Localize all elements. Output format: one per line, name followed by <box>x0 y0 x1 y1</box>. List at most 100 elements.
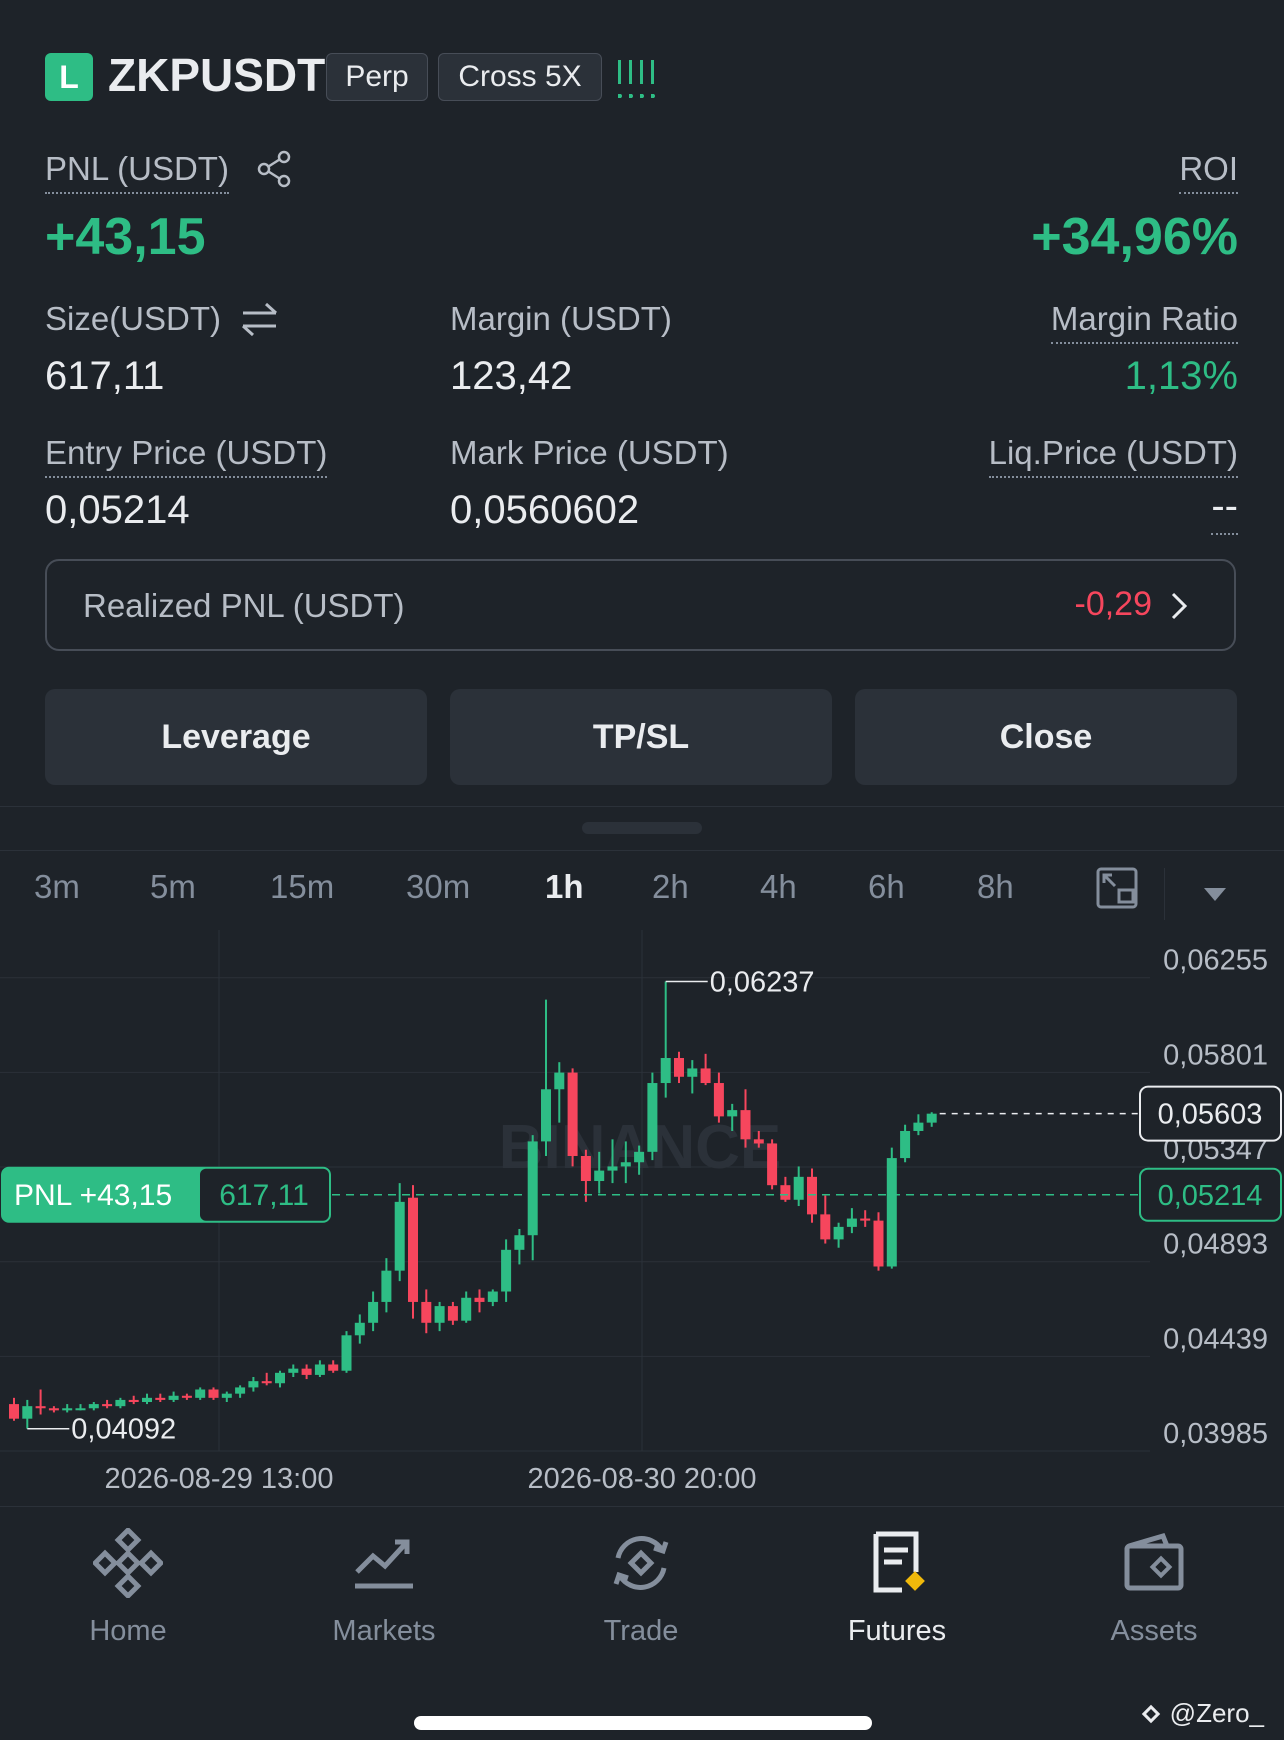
tf-1h[interactable]: 1h <box>545 868 584 906</box>
tf-3m[interactable]: 3m <box>34 868 80 906</box>
expand-chart-icon[interactable] <box>1096 867 1138 909</box>
candle-body <box>727 1110 738 1117</box>
mark-price-tag: 0,05603 <box>1158 1099 1263 1131</box>
candle-body <box>62 1408 73 1411</box>
candle-body <box>261 1381 272 1384</box>
leverage-button[interactable]: Leverage <box>45 689 427 785</box>
margin-value: 123,42 <box>450 354 573 398</box>
candle-body <box>647 1083 658 1152</box>
nav-trade[interactable]: Trade <box>551 1528 731 1648</box>
pnl-tag-size: 617,11 <box>219 1179 309 1212</box>
mark-price-label: Mark Price (USDT) <box>450 434 729 471</box>
candle-body <box>102 1404 113 1407</box>
pnl-value: +43,15 <box>45 208 206 266</box>
candle-body <box>713 1083 724 1117</box>
candle-body <box>328 1364 339 1371</box>
symbol-title[interactable]: ZKPUSDT <box>108 48 325 102</box>
tf-30m[interactable]: 30m <box>406 868 470 906</box>
candle-body <box>767 1143 778 1186</box>
candle-body <box>753 1139 764 1144</box>
candle-body <box>142 1397 152 1403</box>
y-tick-label: 0,04439 <box>1163 1323 1268 1355</box>
margin-ratio-label[interactable]: Margin Ratio <box>1050 300 1238 344</box>
candle-body <box>155 1397 166 1400</box>
candle-body <box>514 1235 525 1250</box>
x-tick-label: 2026-08-29 13:00 <box>105 1463 334 1495</box>
tf-4h[interactable]: 4h <box>760 868 797 906</box>
candle-body <box>288 1368 299 1373</box>
nav-home[interactable]: Home <box>38 1526 218 1648</box>
home-icon <box>91 1526 165 1600</box>
tf-2h[interactable]: 2h <box>652 868 689 906</box>
perp-tag: Perp <box>326 53 428 101</box>
realized-pnl-value: -0,29 <box>1074 585 1153 623</box>
candlestick-chart[interactable]: 0,062550,058010,053470,048930,044390,039… <box>0 930 1284 1510</box>
candle-body <box>926 1113 937 1123</box>
y-tick-label: 0,04893 <box>1163 1229 1268 1261</box>
candle-body <box>248 1381 259 1388</box>
liq-price-label[interactable]: Liq.Price (USDT) <box>988 434 1238 478</box>
candle-body <box>48 1408 59 1411</box>
nav-assets-label: Assets <box>1110 1615 1198 1647</box>
y-tick-label: 0,05801 <box>1163 1039 1268 1071</box>
long-side-badge: L <box>45 53 93 101</box>
creator-watermark-text: @Zero_ <box>1169 1698 1264 1728</box>
candle-body <box>913 1122 924 1131</box>
candle-body <box>434 1306 445 1323</box>
entry-price-label[interactable]: Entry Price (USDT) <box>45 434 328 478</box>
realized-pnl-row[interactable]: Realized PNL (USDT) -0,29 <box>45 559 1236 651</box>
adl-indicator-icon[interactable] <box>618 60 654 98</box>
candle-body <box>541 1089 551 1142</box>
candle-body <box>447 1306 458 1321</box>
timeframe-divider <box>0 850 1284 851</box>
tf-6h[interactable]: 6h <box>868 868 905 906</box>
pnl-label[interactable]: PNL (USDT) <box>45 150 229 194</box>
candle-body <box>886 1158 897 1267</box>
candle-body <box>860 1218 871 1221</box>
candle-body <box>235 1387 246 1394</box>
nav-futures[interactable]: Futures <box>807 1528 987 1648</box>
candle-body <box>554 1072 565 1090</box>
candle-body <box>275 1372 285 1384</box>
roi-label[interactable]: ROI <box>1179 150 1238 194</box>
close-position-button[interactable]: Close <box>855 689 1237 785</box>
candle-body <box>421 1301 432 1323</box>
mark-price-value: 0,0560602 <box>450 488 640 532</box>
candle-body <box>740 1110 751 1140</box>
candle-body <box>594 1170 605 1182</box>
tf-8h[interactable]: 8h <box>977 868 1014 906</box>
candle-body <box>75 1408 86 1411</box>
candle-body <box>394 1201 405 1271</box>
nav-markets[interactable]: Markets <box>294 1528 474 1648</box>
nav-trade-label: Trade <box>603 1615 679 1647</box>
candle-body <box>22 1406 33 1419</box>
entry-price-value: 0,05214 <box>45 488 190 532</box>
cross-margin-tag[interactable]: Cross 5X <box>438 53 602 101</box>
nav-assets[interactable]: Assets <box>1064 1528 1244 1648</box>
candle-body <box>115 1399 126 1407</box>
candle-body <box>900 1130 911 1159</box>
y-tick-label: 0,03985 <box>1163 1418 1268 1450</box>
candle-body <box>301 1368 312 1375</box>
candle-body <box>88 1404 99 1409</box>
more-timeframes-icon[interactable] <box>1204 888 1226 902</box>
chart-overlay: 0,06237 0,04092 PNL +43,15 617,11 0,05214 0,0… <box>1 966 1282 1446</box>
candle-body <box>793 1176 804 1200</box>
candle-body <box>341 1335 352 1371</box>
y-tick-label: 0,06255 <box>1163 945 1268 977</box>
candle-body <box>780 1185 791 1200</box>
swap-unit-icon[interactable] <box>240 300 280 338</box>
home-indicator[interactable] <box>414 1716 872 1730</box>
candle-body <box>634 1151 645 1163</box>
nav-markets-label: Markets <box>332 1615 436 1647</box>
tf-15m[interactable]: 15m <box>270 868 334 906</box>
tf-5m[interactable]: 5m <box>150 868 196 906</box>
candle-body <box>181 1395 192 1398</box>
share-icon[interactable] <box>256 150 292 188</box>
pnl-tag-label: PNL +43,15 <box>14 1179 172 1212</box>
chevron-right-icon <box>1171 592 1188 620</box>
realized-pnl-label: Realized PNL (USDT) <box>83 587 405 624</box>
high-price-label: 0,06237 <box>710 966 815 998</box>
drag-handle[interactable] <box>582 822 702 834</box>
tpsl-button[interactable]: TP/SL <box>450 689 832 785</box>
